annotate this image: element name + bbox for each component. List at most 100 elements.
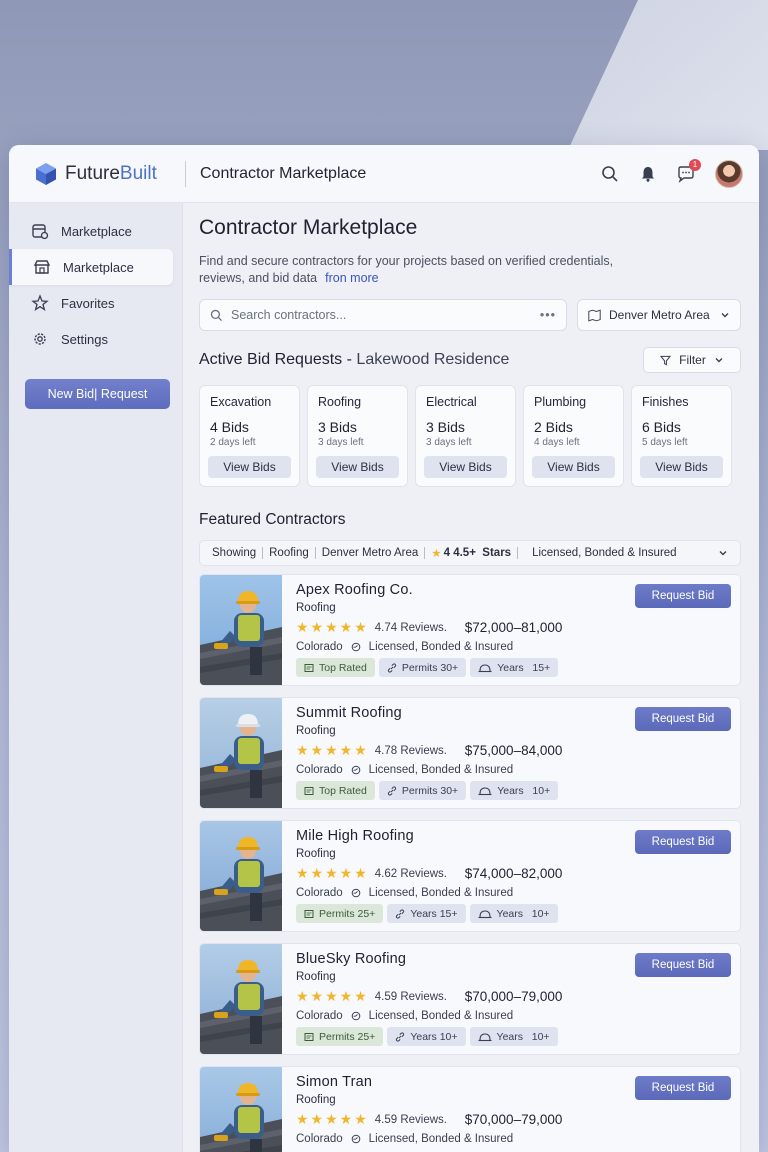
bid-card-electrical: Electrical 3 Bids 3 days left View Bids	[415, 385, 516, 487]
filter-divider	[517, 547, 519, 559]
bell-icon[interactable]	[639, 165, 657, 183]
rating-row: ★★★★★ 4.62 Reviews. $74,000–82,000	[296, 865, 740, 882]
credential-tag: Top Rated	[296, 781, 375, 800]
bid-price-range: $75,000–84,000	[464, 743, 563, 758]
contractor-filter-bar[interactable]: Showing Roofing Denver Metro Area ★ 4 4.…	[199, 540, 741, 566]
filter-stars-word: Stars	[482, 547, 512, 559]
contractor-card[interactable]: BlueSky Roofing Roofing ★★★★★ 4.59 Revie…	[199, 943, 741, 1055]
filter-button[interactable]: Filter	[643, 347, 741, 373]
filter-stars[interactable]: 4.5+	[453, 547, 476, 559]
search-placeholder: Search contractors...	[231, 308, 347, 322]
contractor-photo	[200, 575, 282, 685]
location-row: Colorado Licensed, Bonded & Insured	[296, 764, 740, 776]
filter-trade[interactable]: Roofing	[269, 547, 309, 559]
credential-tag: Top Rated	[296, 658, 375, 677]
search-input[interactable]: Search contractors... •••	[199, 299, 567, 331]
chevron-down-icon[interactable]	[718, 548, 728, 558]
contractor-card[interactable]: Mile High Roofing Roofing ★★★★★ 4.62 Rev…	[199, 820, 741, 932]
filter-stars-prefix: 4	[443, 547, 450, 559]
brand-name: FutureBuilt	[65, 162, 157, 184]
rating-reviews[interactable]: 4.62 Reviews.	[375, 868, 459, 880]
location-row: Colorado Licensed, Bonded & Insured	[296, 1133, 740, 1145]
bid-price-range: $70,000–79,000	[464, 989, 563, 1004]
cube-logo-icon	[36, 162, 56, 185]
contractor-photo	[200, 821, 282, 931]
location-row: Colorado Licensed, Bonded & Insured	[296, 887, 740, 899]
hardhat-icon	[478, 909, 492, 919]
sidebar-item-settings[interactable]: Settings	[9, 321, 173, 357]
map-icon	[588, 309, 601, 321]
sidebar-item-label: Marketplace	[61, 223, 132, 239]
request-bid-button[interactable]: Request Bid	[635, 953, 731, 977]
contractor-card[interactable]: Summit Roofing Roofing ★★★★★ 4.78 Review…	[199, 697, 741, 809]
location-row: Colorado Licensed, Bonded & Insured	[296, 641, 740, 653]
credential-tags: Permits 25+ Years 10+ Years 10+	[296, 1027, 740, 1046]
contractor-card[interactable]: Apex Roofing Co. Roofing ★★★★★ 4.74 Revi…	[199, 574, 741, 686]
rating-reviews[interactable]: 4.59 Reviews.	[375, 991, 459, 1003]
rating-reviews[interactable]: 4.78 Reviews.	[375, 745, 459, 757]
more-link[interactable]: fron more	[325, 271, 379, 285]
hardhat-icon	[478, 786, 492, 796]
credential-tag: Years 10+	[387, 1027, 466, 1046]
bid-count: 2 Bids	[534, 419, 573, 435]
rating-stars-icon: ★★★★★	[296, 1111, 369, 1127]
hardhat-icon	[478, 663, 492, 673]
more-options-icon[interactable]: •••	[540, 308, 556, 322]
marketplace-icon	[32, 224, 49, 240]
star-icon	[31, 294, 49, 311]
request-bid-button[interactable]: Request Bid	[635, 1076, 731, 1100]
view-bids-button[interactable]: View Bids	[424, 456, 507, 478]
request-bid-button[interactable]: Request Bid	[635, 584, 731, 608]
star-icon: ★	[431, 548, 442, 560]
filter-license[interactable]: Licensed, Bonded & Insured	[532, 547, 677, 559]
app-layout: Marketplace Marketplace Favorites Settin…	[9, 203, 759, 1152]
view-bids-button[interactable]: View Bids	[316, 456, 399, 478]
credential-tag: Permits 25+	[296, 904, 384, 923]
credential-tags: Permits 25+ Years 15+ Years 10+	[296, 904, 740, 923]
sidebar: Marketplace Marketplace Favorites Settin…	[9, 203, 183, 1152]
shield-check-icon	[351, 765, 360, 775]
bid-days-left: 3 days left	[426, 437, 472, 448]
new-bid-request-button[interactable]: New Bid| Request	[25, 379, 170, 409]
bid-category: Roofing	[318, 395, 362, 409]
credential-tag: Permits 30+	[378, 781, 467, 800]
request-bid-button[interactable]: Request Bid	[635, 830, 731, 854]
credential-tag: Years 10+	[469, 1027, 558, 1046]
sidebar-item-marketplace[interactable]: Marketplace	[9, 213, 173, 249]
store-icon	[33, 260, 51, 274]
request-bid-button[interactable]: Request Bid	[635, 707, 731, 731]
view-bids-button[interactable]: View Bids	[532, 456, 615, 478]
location-select[interactable]: Denver Metro Area	[577, 299, 741, 331]
rating-reviews[interactable]: 4.74 Reviews.	[375, 622, 459, 634]
view-bids-button[interactable]: View Bids	[640, 456, 723, 478]
gear-icon	[34, 333, 46, 345]
sidebar-item-marketplace-active[interactable]: Marketplace	[9, 249, 173, 285]
brand[interactable]: FutureBuilt	[35, 162, 185, 186]
sidebar-item-favorites[interactable]: Favorites	[9, 285, 173, 321]
background-highlight	[568, 0, 768, 150]
contractor-card[interactable]: Simon Tran Roofing ★★★★★ 4.59 Reviews. $…	[199, 1066, 741, 1152]
page-subtitle: Find and secure contractors for your pro…	[199, 254, 614, 285]
contractor-license: Licensed, Bonded & Insured	[368, 1133, 514, 1145]
link-icon	[387, 662, 397, 673]
view-bids-button[interactable]: View Bids	[208, 456, 291, 478]
sidebar-item-label: Marketplace	[63, 259, 134, 275]
header-actions: 1	[601, 158, 743, 188]
filter-area[interactable]: Denver Metro Area	[322, 547, 419, 559]
contractor-photo	[200, 1067, 282, 1152]
bid-days-left: 5 days left	[642, 437, 688, 448]
chat-button[interactable]: 1	[677, 158, 701, 183]
credential-tag: Years 15+	[387, 904, 466, 923]
filter-divider	[424, 547, 426, 559]
contractor-license: Licensed, Bonded & Insured	[368, 764, 514, 776]
certificate-icon	[304, 909, 314, 919]
bids-title: Active Bid Requests - Lakewood Residence	[199, 351, 510, 368]
search-icon[interactable]	[601, 165, 619, 183]
credential-tags: Top Rated Permits 30+ Years 15+	[296, 658, 740, 677]
rating-reviews[interactable]: 4.59 Reviews.	[375, 1114, 459, 1126]
user-avatar[interactable]	[715, 159, 743, 188]
bid-count: 3 Bids	[426, 419, 465, 435]
bid-card-finishes: Finishes 6 Bids 5 days left View Bids	[631, 385, 732, 487]
link-icon	[387, 785, 397, 796]
rating-stars-icon: ★★★★★	[296, 742, 369, 758]
